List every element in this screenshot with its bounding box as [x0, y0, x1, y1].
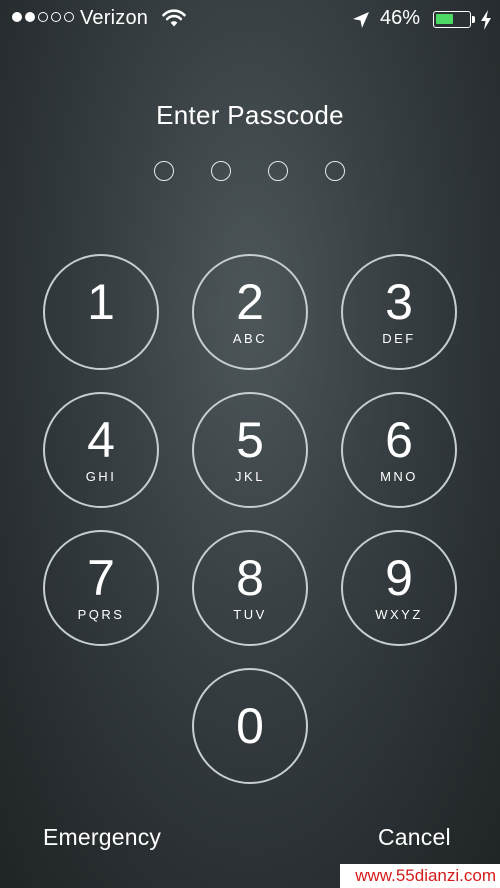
key-letters: ABC	[232, 331, 268, 346]
key-7-button[interactable]: 7 PQRS	[43, 530, 159, 646]
key-2-button[interactable]: 2 ABC	[192, 254, 308, 370]
key-number: 5	[236, 412, 264, 468]
key-number: 3	[385, 274, 413, 330]
key-4-button[interactable]: 4 GHI	[43, 392, 159, 508]
key-letters: MNO	[380, 469, 418, 484]
key-number: 6	[385, 412, 413, 468]
key-letters: DEF	[382, 331, 416, 346]
key-3-button[interactable]: 3 DEF	[341, 254, 457, 370]
key-1-button[interactable]: 1	[43, 254, 159, 370]
key-6-button[interactable]: 6 MNO	[341, 392, 457, 508]
key-number: 0	[236, 698, 264, 754]
key-letters: WXYZ	[375, 607, 423, 622]
emergency-button[interactable]: Emergency	[43, 824, 161, 851]
key-number: 4	[87, 412, 115, 468]
key-number: 8	[236, 550, 264, 606]
key-letters: PQRS	[77, 607, 125, 622]
key-letters: TUV	[233, 607, 267, 622]
key-5-button[interactable]: 5 JKL	[192, 392, 308, 508]
watermark: www.55dianzi.com	[340, 864, 500, 888]
key-number: 7	[87, 550, 115, 606]
key-0-button[interactable]: 0	[192, 668, 308, 784]
key-number: 2	[236, 274, 264, 330]
key-9-button[interactable]: 9 WXYZ	[341, 530, 457, 646]
key-8-button[interactable]: 8 TUV	[192, 530, 308, 646]
key-letters: JKL	[235, 469, 265, 484]
key-number: 1	[87, 274, 115, 330]
keypad: 1 2 ABC 3 DEF 4 GHI 5 JKL 6 MNO 7 PQRS 8 TUV 9 WXYZ 0	[0, 0, 500, 888]
cancel-button[interactable]: Cancel	[378, 824, 451, 851]
key-letters: GHI	[85, 469, 117, 484]
key-number: 9	[385, 550, 413, 606]
